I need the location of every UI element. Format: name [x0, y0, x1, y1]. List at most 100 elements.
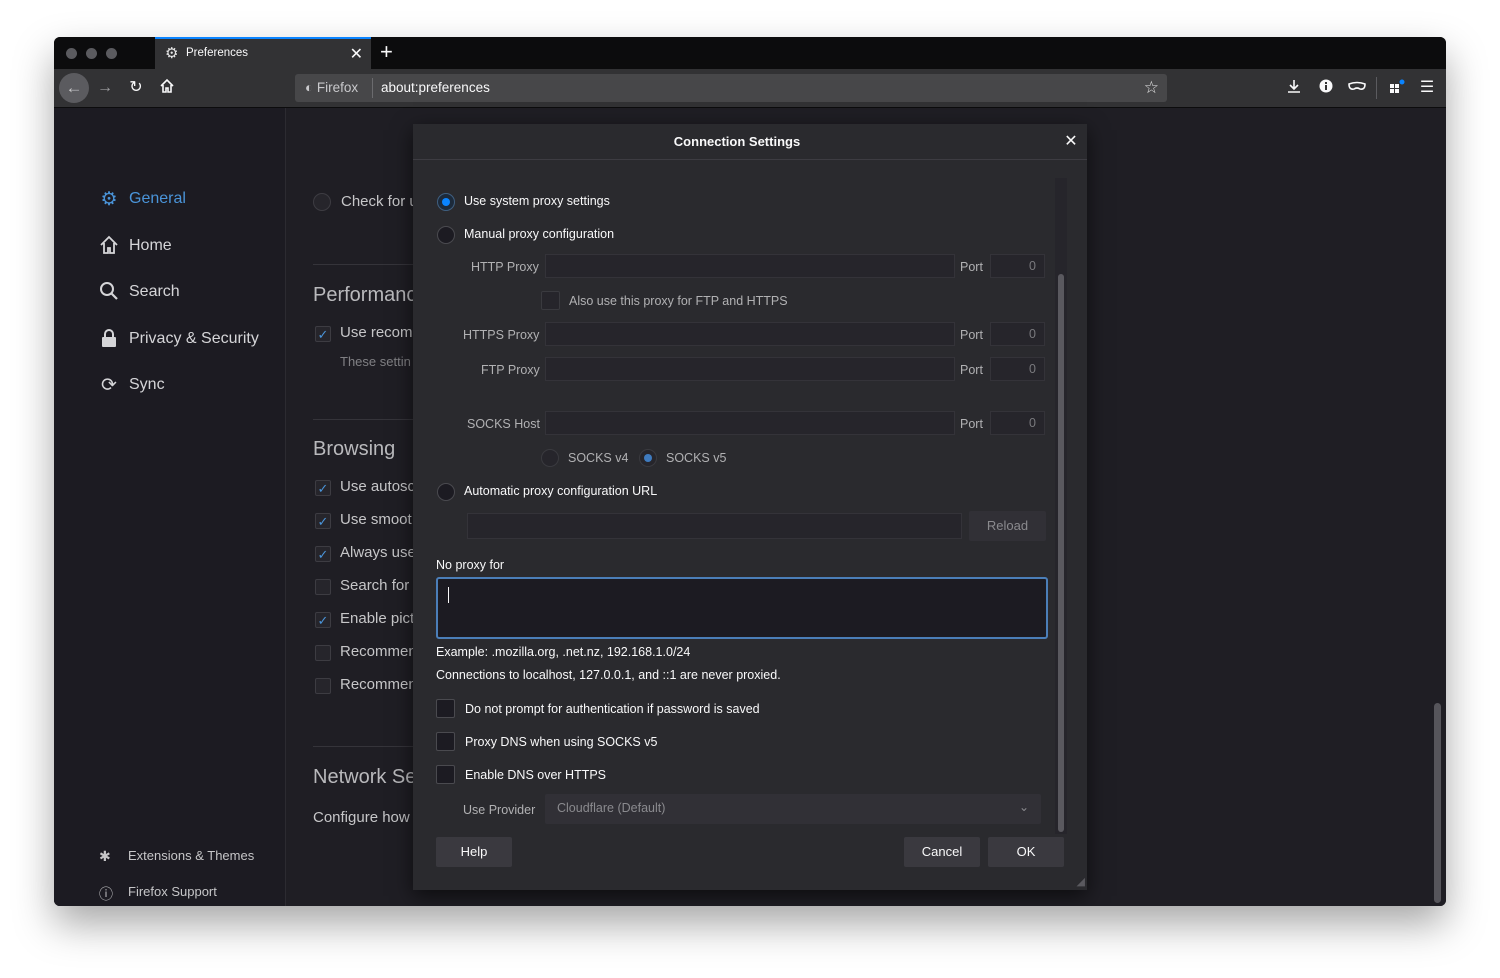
lock-icon	[97, 328, 121, 354]
provider-select[interactable]: Cloudflare (Default) ⌄	[545, 794, 1041, 824]
downloads-button[interactable]	[1284, 78, 1304, 100]
socks-v5-radio[interactable]	[639, 449, 657, 467]
close-window-button[interactable]	[66, 48, 77, 59]
url-bar[interactable]: ◐ Firefox about:preferences ☆	[295, 74, 1167, 102]
ftp-proxy-input[interactable]	[545, 357, 955, 381]
browsing-checkbox[interactable]	[315, 579, 331, 595]
ok-button[interactable]: OK	[988, 837, 1064, 867]
category-label: Search	[129, 283, 180, 300]
also-use-proxy-checkbox[interactable]	[541, 291, 560, 310]
browsing-checkbox[interactable]: ✓	[315, 480, 331, 496]
connection-settings-dialog: Connection Settings ✕ Use system proxy s…	[413, 124, 1087, 890]
info-button[interactable]	[1316, 78, 1336, 100]
menu-button[interactable]: ☰	[1417, 78, 1437, 98]
http-proxy-input[interactable]	[545, 254, 955, 278]
https-port-label: Port	[960, 328, 983, 342]
https-proxy-label: HTTPS Proxy	[463, 328, 540, 342]
firefox-support-label: Firefox Support	[128, 884, 217, 899]
browsing-item: Recommen	[340, 643, 417, 660]
ftp-proxy-label: FTP Proxy	[481, 363, 540, 377]
use-system-proxy-label: Use system proxy settings	[464, 194, 610, 208]
extensions-button[interactable]	[1387, 78, 1407, 102]
navigation-bar: ← → ↻ ◐ Firefox about:preferences ☆ ☰	[54, 69, 1446, 108]
no-proxy-textarea[interactable]	[436, 577, 1048, 639]
back-button[interactable]: ←	[59, 73, 89, 103]
browsing-heading: Browsing	[313, 438, 396, 460]
browser-window: ⚙ Preferences ✕ + ← → ↻ ◐ Firefox about:…	[54, 37, 1446, 906]
enable-doh-checkbox[interactable]	[436, 765, 455, 784]
text-caret	[448, 587, 449, 603]
auto-proxy-url-input[interactable]	[467, 513, 962, 539]
https-port-input[interactable]: 0	[990, 322, 1045, 346]
browsing-item: Use smoot	[340, 511, 412, 528]
no-auth-prompt-checkbox[interactable]	[436, 699, 455, 718]
resize-grip-icon[interactable]: ◢	[1077, 875, 1085, 888]
dialog-title: Connection Settings	[673, 134, 801, 149]
dialog-scrollbar-thumb[interactable]	[1058, 274, 1064, 832]
proxy-dns-label: Proxy DNS when using SOCKS v5	[465, 735, 658, 749]
tab-close-button[interactable]: ✕	[350, 44, 363, 64]
download-icon	[1288, 80, 1300, 93]
manual-proxy-radio[interactable]	[437, 226, 455, 244]
page-scrollbar[interactable]	[1434, 703, 1441, 903]
arrow-left-icon: ←	[65, 78, 83, 97]
use-recommended-checkbox[interactable]: ✓	[315, 326, 331, 342]
socks-host-input[interactable]	[545, 411, 955, 435]
browsing-item: Always use	[340, 544, 416, 561]
url-separator	[372, 78, 373, 98]
chevron-down-icon: ⌄	[1018, 800, 1029, 814]
info-icon	[1319, 79, 1333, 93]
help-icon: ⓘ	[99, 886, 113, 902]
reload-icon: ↻	[129, 79, 143, 96]
help-button[interactable]: Help	[436, 837, 512, 867]
extensions-themes-label: Extensions & Themes	[128, 848, 255, 863]
browsing-checkbox[interactable]	[315, 645, 331, 661]
private-mask-button[interactable]	[1346, 78, 1368, 100]
url-text[interactable]: about:preferences	[381, 80, 490, 95]
preferences-sidebar: ⚙ General Home Search Privacy & Security…	[54, 108, 286, 906]
identity-label: Firefox	[316, 80, 359, 95]
browsing-checkbox[interactable]: ✓	[315, 546, 331, 562]
socks-v4-radio[interactable]	[541, 449, 559, 467]
home-icon	[160, 78, 174, 93]
puzzle-icon: ✱	[99, 848, 111, 864]
auto-proxy-url-radio[interactable]	[437, 483, 455, 501]
preferences-page: ⚙ General Home Search Privacy & Security…	[54, 108, 1446, 906]
http-port-label: Port	[960, 260, 983, 274]
browsing-checkbox[interactable]: ✓	[315, 513, 331, 529]
browsing-item: Enable pict	[340, 610, 415, 627]
tab-strip: ⚙ Preferences ✕ +	[54, 37, 1446, 69]
https-proxy-input[interactable]	[545, 322, 955, 346]
browsing-checkbox[interactable]: ✓	[315, 612, 331, 628]
reload-button[interactable]: Reload	[969, 511, 1046, 541]
gear-icon: ⚙	[165, 45, 179, 62]
tab-preferences[interactable]: ⚙ Preferences ✕	[155, 37, 371, 69]
category-label: General	[129, 190, 186, 207]
configure-how-text: Configure how	[313, 809, 410, 826]
identity-box[interactable]: ◐ Firefox	[305, 80, 358, 95]
performance-heading: Performance	[313, 284, 428, 306]
these-settings-text: These settin	[340, 354, 411, 369]
dialog-close-button[interactable]: ✕	[1061, 131, 1081, 151]
check-for-radio[interactable]	[313, 193, 331, 211]
firefox-logo-icon: ◐	[305, 80, 314, 95]
home-button[interactable]	[157, 78, 177, 100]
use-system-proxy-radio[interactable]	[437, 193, 455, 211]
ftp-port-input[interactable]: 0	[990, 357, 1045, 381]
http-proxy-label: HTTP Proxy	[471, 260, 539, 274]
provider-value: Cloudflare (Default)	[557, 801, 666, 815]
also-use-proxy-label: Also use this proxy for FTP and HTTPS	[569, 294, 788, 308]
http-port-input[interactable]: 0	[990, 254, 1045, 278]
socks-port-input[interactable]: 0	[990, 411, 1045, 435]
zoom-window-button[interactable]	[106, 48, 117, 59]
cancel-button[interactable]: Cancel	[904, 837, 980, 867]
browsing-checkbox[interactable]	[315, 678, 331, 694]
check-for-text: Check for u	[341, 193, 418, 210]
minimize-window-button[interactable]	[86, 48, 97, 59]
new-tab-button[interactable]: +	[380, 38, 393, 66]
proxy-dns-checkbox[interactable]	[436, 732, 455, 751]
bookmark-star-icon[interactable]: ☆	[1144, 78, 1159, 98]
reload-button[interactable]: ↻	[126, 78, 146, 98]
use-provider-label: Use Provider	[463, 803, 536, 817]
forward-button[interactable]: →	[95, 78, 115, 98]
